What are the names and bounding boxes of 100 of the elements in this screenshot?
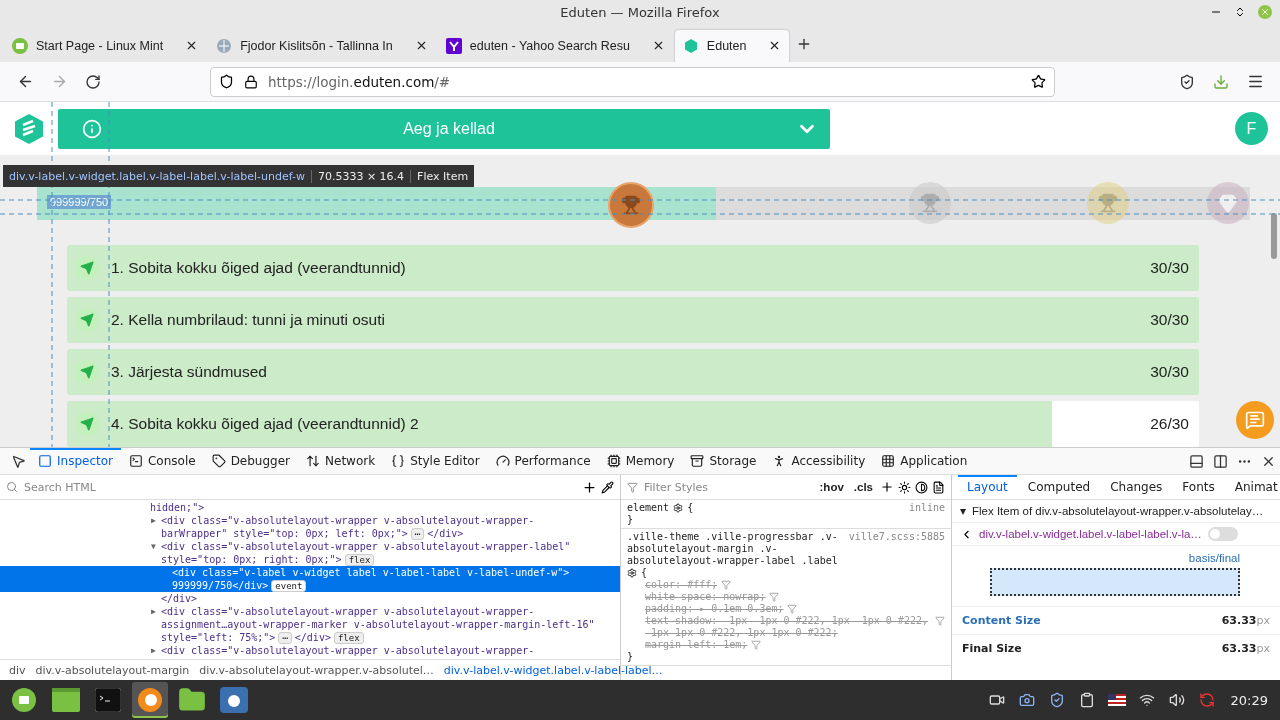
collapse-toggle[interactable]: ▾	[960, 504, 966, 519]
volume-icon[interactable]	[1168, 692, 1185, 709]
markup-node[interactable]: hidden;">	[0, 501, 620, 515]
sidebar-tab[interactable]: Changes	[1101, 475, 1172, 500]
download-icon[interactable]	[1213, 73, 1229, 90]
markup-node[interactable]: ▼ <div class="v-absolutelayout-wrapper v-absolutelayout-wrapper-label" style="top: 0px; right: 0px;"> flex	[0, 540, 620, 567]
devtools-tab[interactable]: Storage	[682, 448, 765, 475]
highlight-toggle[interactable]	[1207, 527, 1238, 542]
sidebar-tab[interactable]: Layout	[958, 475, 1017, 500]
lock-icon[interactable]	[244, 74, 258, 89]
storage-icon	[690, 454, 705, 469]
sidebar-tab[interactable]: Computed	[1018, 475, 1100, 500]
devtools-tab[interactable]: Inspector	[30, 448, 121, 475]
split-view-icon[interactable]	[1212, 453, 1228, 469]
add-rule-icon[interactable]	[880, 480, 894, 495]
url-field[interactable]: https://login.eduten.com/#	[210, 66, 1055, 97]
devtools-tab[interactable]: Console	[121, 448, 204, 475]
dock-icon[interactable]	[1188, 453, 1204, 469]
update-icon[interactable]	[1198, 692, 1215, 709]
element-selector[interactable]: div.v-label.v-widget.label.v-label-label.v-la…	[979, 528, 1202, 541]
debugger-icon	[211, 454, 226, 469]
sidebar-tab[interactable]: Fonts	[1173, 475, 1224, 500]
terminal-icon	[95, 688, 121, 713]
pseudo-button[interactable]: :hov	[816, 481, 847, 494]
bookmark-star-icon[interactable]	[1031, 74, 1046, 90]
achievement-marker[interactable]	[1207, 182, 1250, 225]
assignment-row[interactable]: 4. Sobita kokku õiged ajad (veerandtunnid) 2 26/30	[67, 401, 1199, 448]
mint-logo-icon	[12, 37, 28, 54]
grid-icon	[881, 454, 896, 469]
devtools-tab[interactable]: Network	[298, 448, 384, 475]
filter-icon	[627, 481, 638, 493]
dark-theme-icon[interactable]	[915, 480, 928, 494]
basis-label: basis/final	[1188, 552, 1240, 565]
inspector-icon	[38, 454, 52, 469]
devtools-tab[interactable]: Memory	[598, 448, 683, 475]
gear-icon[interactable]	[627, 568, 637, 579]
camera-icon	[220, 687, 248, 714]
browser-icon	[137, 687, 163, 714]
window-icon	[52, 688, 80, 713]
sidebar-tab[interactable]: Animat	[1225, 475, 1280, 500]
browser-tab[interactable]: Start Page - Linux Mint	[4, 29, 207, 62]
camera-icon[interactable]	[1018, 692, 1035, 709]
size-label: Content Size	[962, 614, 1041, 628]
close-icon	[1260, 7, 1270, 17]
markup-node[interactable]: ▶ <div class="v-absolutelayout-wrapper v-absolutelayout-wrapper- barWrapper" style="top: 0px; left: 0px;"> ⋯ </div>	[0, 514, 620, 541]
search-field[interactable]: Search HTML	[22, 479, 578, 495]
devtools-tab[interactable]: Style Editor	[383, 448, 488, 475]
trophy-icon	[621, 195, 642, 216]
rule-selector: .ville-theme .ville-progressbar .v-absolutelayout-margin .v-absolutelayout-wrapper-label .label	[627, 531, 839, 568]
eyedropper-icon[interactable]	[601, 480, 614, 494]
taskbar-app[interactable]	[132, 682, 168, 719]
assignment-row[interactable]: 3. Järjesta sündmused 30/30	[67, 349, 1199, 396]
rule-source[interactable]: ville7.scss:5885	[848, 531, 945, 544]
breadcrumb[interactable]: div.v-label.v-widget.label.v-label-label…	[443, 663, 663, 677]
filter-field[interactable]: Filter Styles	[642, 479, 813, 495]
maximize-icon[interactable]	[1234, 6, 1246, 18]
reload-icon[interactable]	[85, 73, 101, 90]
assignment-title: 3. Järjesta sündmused	[111, 363, 268, 382]
markup-node[interactable]: ▶ <div class="v-absolutelayout-wrapper v-absolutelayout-wrapper-	[0, 644, 620, 658]
add-node-icon[interactable]	[582, 479, 597, 495]
closing-tag: </div>	[0, 592, 620, 606]
chat-icon	[1245, 410, 1265, 431]
browser-tab[interactable]: Fjodor Kislitsõn - Tallinna In	[208, 29, 436, 62]
hexagon-logo-icon	[682, 37, 699, 54]
browser-tab[interactable]: eduten - Yahoo Search Resu	[437, 29, 673, 62]
markup-node[interactable]: ▶ <div class="v-absolutelayout-wrapper v-absolutelayout-wrapper- assignment…ayout-wrapper-marker v-absolutelayout-wrapper-margin-left-16" style="left: 75%;"> ⋯ </div> flex	[0, 605, 620, 645]
opening-brace: {	[687, 502, 694, 515]
devtools-tab[interactable]: Performance	[487, 448, 599, 475]
clipboard-icon[interactable]	[1078, 692, 1095, 709]
flag-icon[interactable]	[1107, 694, 1126, 707]
paper-plane-icon	[80, 313, 94, 328]
print-icon[interactable]	[932, 480, 945, 494]
scrollbar-thumb[interactable]	[1271, 213, 1277, 260]
gear-icon[interactable]	[673, 503, 684, 514]
clock[interactable]: 20:29	[1224, 692, 1274, 708]
markup-node[interactable]: <div class="v-label v-widget label v-label-label v-label-undef-w"> 999999/750</div> event	[0, 566, 620, 593]
window-title: Eduten — Mozilla Firefox	[560, 5, 720, 21]
assignment-row[interactable]: 2. Kella numbrilaud: tunni ja minuti osuti 30/30	[67, 297, 1199, 344]
globe-icon	[216, 37, 233, 54]
achievement-marker[interactable]	[908, 182, 951, 225]
devtools-tab[interactable]: Application	[873, 448, 976, 475]
breadcrumb[interactable]: div.v-absolutelayout-wrapper.v-absolutel…	[199, 663, 434, 677]
trophy-icon	[1098, 193, 1119, 214]
light-theme-icon[interactable]	[898, 480, 911, 494]
element-picker-icon[interactable]	[10, 453, 26, 469]
section-heading[interactable]: Flex Item of div.v-absolutelayout-wrapper.v-absolutelay…	[972, 505, 1264, 518]
devtools-tab[interactable]: Debugger	[203, 448, 299, 475]
pseudo-button[interactable]: .cls	[850, 481, 876, 494]
closing-brace: }	[627, 514, 634, 526]
breadcrumb[interactable]: div.v-absolutelayout-margin	[35, 663, 190, 677]
trophy-icon	[919, 193, 940, 214]
achievement-marker[interactable]	[1087, 182, 1130, 225]
wifi-icon[interactable]	[1138, 692, 1155, 709]
assignment-row[interactable]: 1. Sobita kokku õiged ajad (veerandtunnid) 30/30	[67, 245, 1199, 292]
breadcrumb[interactable]: div	[9, 663, 26, 677]
browser-tab[interactable]: Eduten	[674, 29, 790, 62]
shield-icon[interactable]	[219, 74, 234, 90]
rule-source[interactable]: inline	[908, 502, 945, 515]
shield-icon[interactable]	[1048, 692, 1065, 709]
devtools-tab[interactable]: Accessibility	[764, 448, 874, 475]
